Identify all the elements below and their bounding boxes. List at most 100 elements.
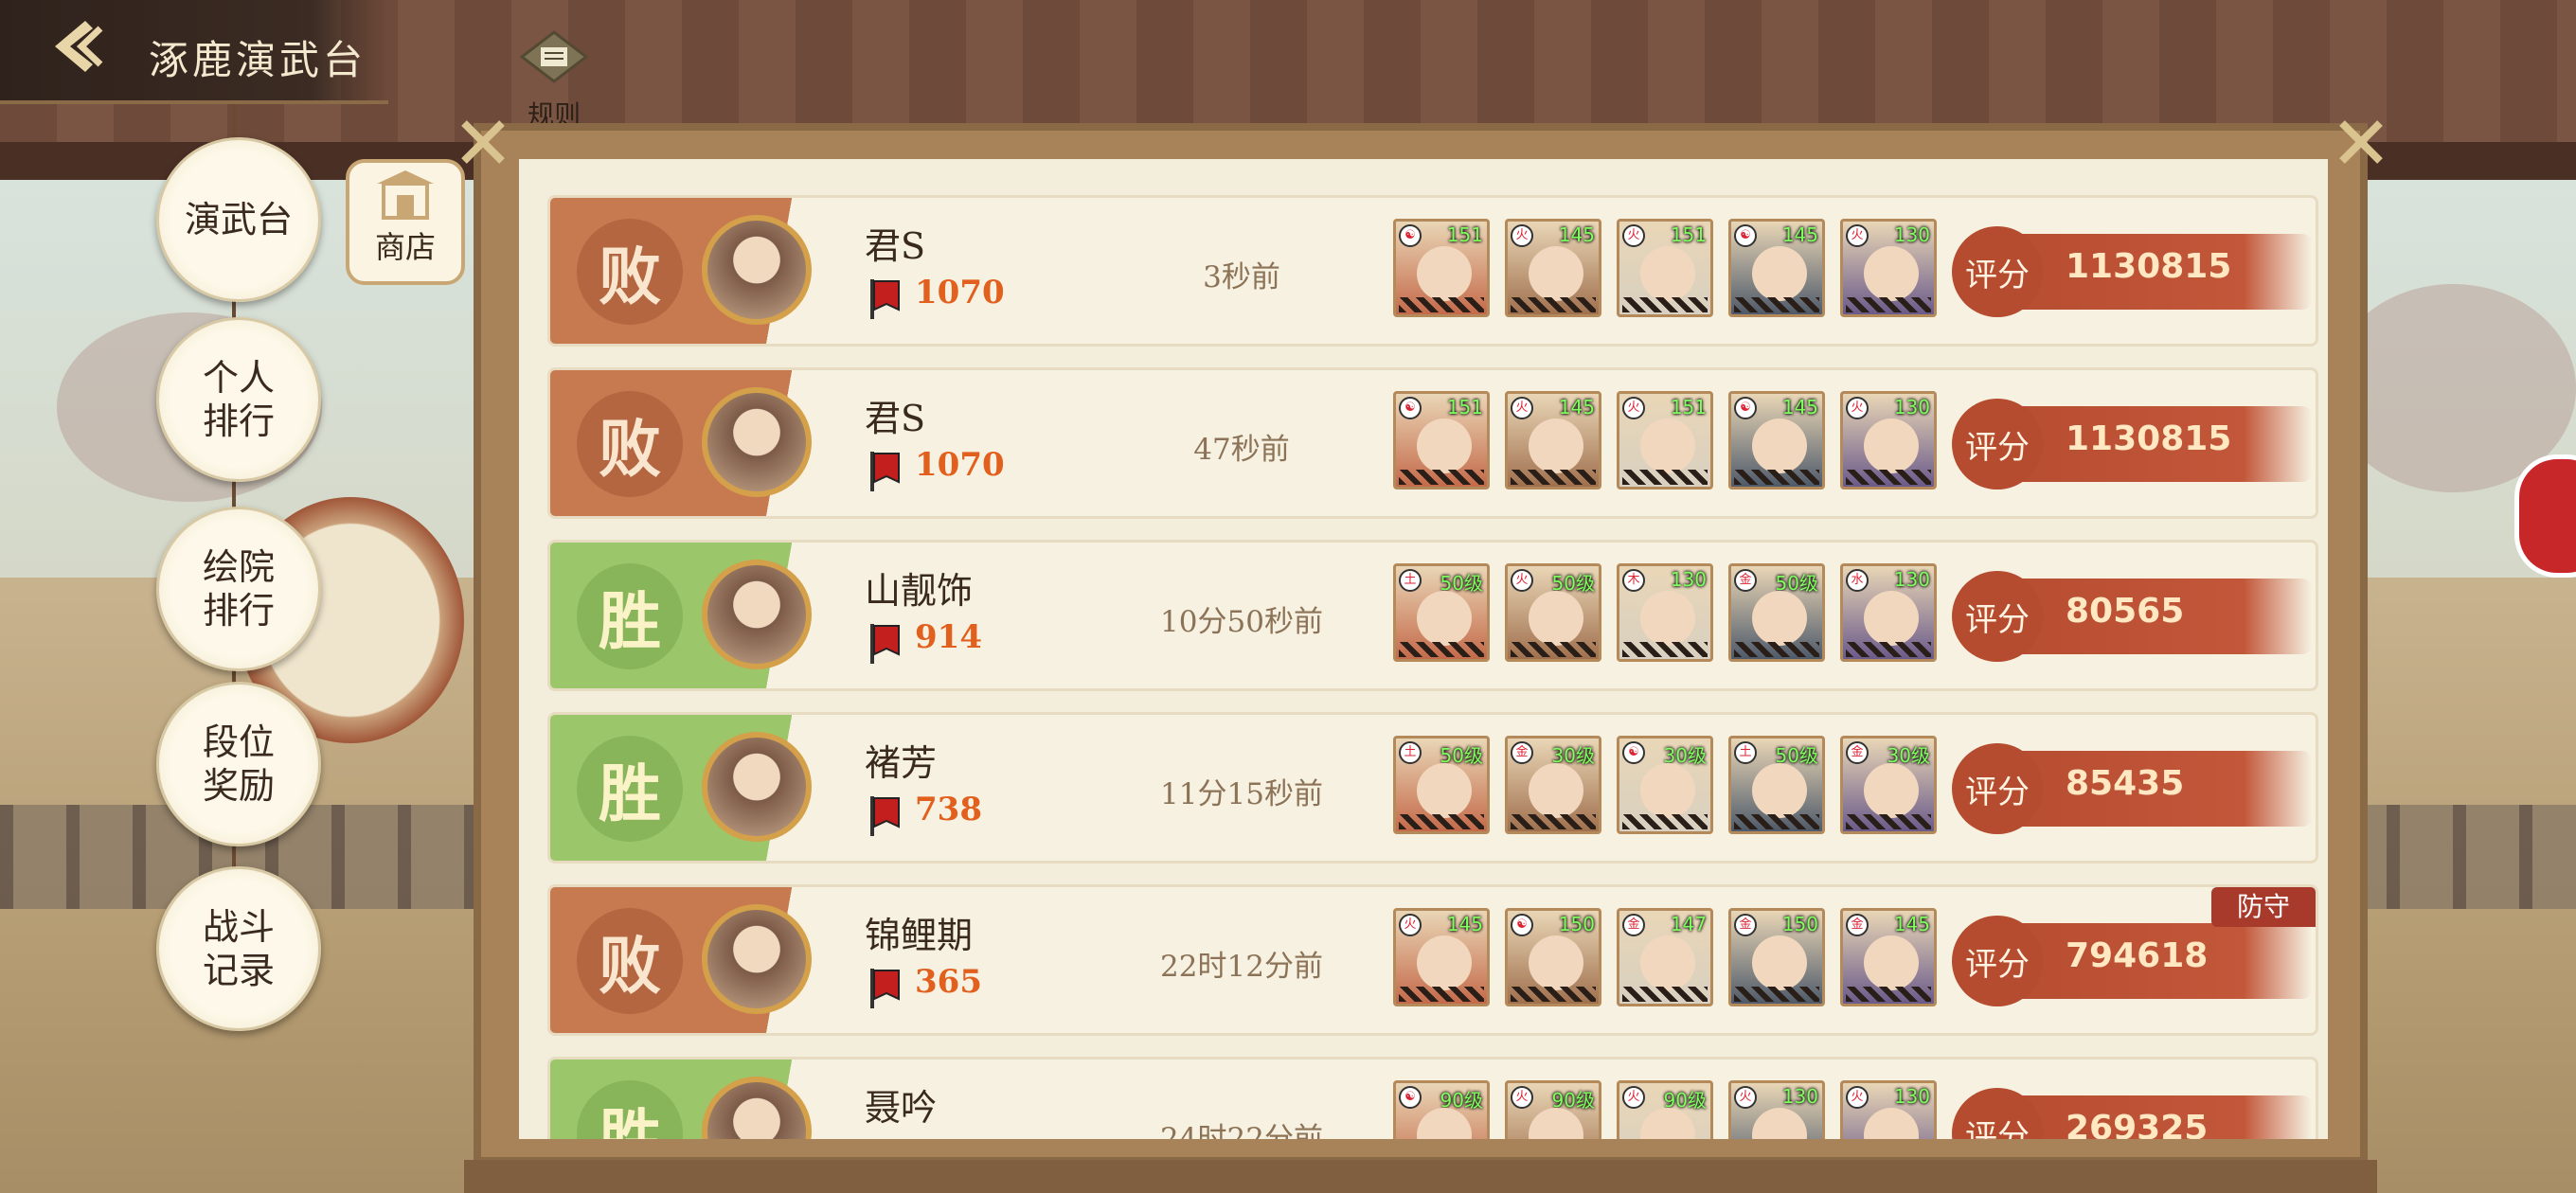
battle-record-list[interactable]: 败 君S 1070 3秒前 ☯ 151 火 145 火 151 ☯ 145 火 …	[519, 159, 2328, 1139]
hero-card[interactable]: 金 150	[1728, 908, 1825, 1006]
hero-card[interactable]: 金 147	[1617, 908, 1713, 1006]
menu-academy-ranking[interactable]: 绘院排行	[156, 507, 321, 671]
back-arrow-icon	[55, 21, 103, 72]
player-avatar[interactable]	[702, 560, 812, 669]
shop-button[interactable]: 商店	[346, 159, 465, 285]
hero-portrait	[1752, 763, 1807, 818]
player-avatar[interactable]	[702, 904, 812, 1014]
element-badge-icon: ☯	[1734, 224, 1757, 247]
hero-portrait	[1640, 418, 1695, 473]
hero-card[interactable]: 金 50级	[1728, 563, 1825, 662]
hero-card[interactable]: 金 30级	[1505, 736, 1601, 834]
hero-portrait	[1752, 246, 1807, 301]
element-badge-icon: 火	[1399, 914, 1422, 936]
menu-rank-rewards[interactable]: 段位奖励	[156, 682, 321, 846]
hero-portrait	[1752, 418, 1807, 473]
hero-card[interactable]: 土 50级	[1393, 736, 1490, 834]
player-name: 聂吟	[865, 1087, 938, 1129]
rating-label: 评分	[1952, 916, 2043, 1006]
hero-card[interactable]: 火 50级	[1505, 563, 1601, 662]
side-event-icon[interactable]	[2514, 454, 2576, 578]
player-name: 锦鲤期	[865, 915, 974, 956]
hero-card[interactable]: ☯ 145	[1728, 391, 1825, 490]
element-badge-icon: 火	[1622, 397, 1645, 419]
hero-card[interactable]: 火 145	[1505, 391, 1601, 490]
menu-academy-ranking-label: 绘院排行	[202, 546, 275, 632]
hero-card[interactable]: 火 130	[1840, 391, 1937, 490]
hero-card[interactable]: 火 151	[1617, 391, 1713, 490]
hero-card[interactable]: 土 50级	[1728, 736, 1825, 834]
hero-card[interactable]: 土 50级	[1393, 563, 1490, 662]
rating-value: 269325	[2066, 1109, 2209, 1139]
result-badge: 败	[577, 908, 683, 1014]
hero-card[interactable]: 金 145	[1840, 908, 1937, 1006]
star-diamonds	[1622, 987, 1708, 1002]
element-badge-icon: 火	[1622, 1086, 1645, 1109]
hero-portrait	[1864, 246, 1919, 301]
star-diamonds	[1511, 470, 1596, 485]
hero-card[interactable]: 火 130	[1840, 219, 1937, 317]
hero-card[interactable]: ☯ 90级	[1393, 1080, 1490, 1139]
rating-value: 85435	[2066, 764, 2185, 803]
player-name: 山靓饰	[865, 570, 974, 612]
hero-card[interactable]: ☯ 151	[1393, 391, 1490, 490]
element-badge-icon: 火	[1846, 1086, 1869, 1109]
rules-scroll-icon	[519, 30, 589, 83]
hero-card[interactable]: 火 90级	[1505, 1080, 1601, 1139]
hero-card[interactable]: ☯ 30级	[1617, 736, 1713, 834]
hero-card[interactable]: 水 130	[1840, 563, 1937, 662]
result-badge: 胜	[577, 736, 683, 842]
menu-battle-log[interactable]: 战斗记录	[156, 866, 321, 1031]
hero-card[interactable]: 火 130	[1840, 1080, 1937, 1139]
hero-card[interactable]: 火 145	[1393, 908, 1490, 1006]
hero-card[interactable]: 火 90级	[1617, 1080, 1713, 1139]
rules-button[interactable]: 规则	[511, 28, 597, 131]
hero-card[interactable]: 金 30级	[1840, 736, 1937, 834]
menu-rank-rewards-label: 段位奖励	[202, 721, 275, 807]
element-badge-icon: ☯	[1734, 397, 1757, 419]
back-button[interactable]	[38, 13, 114, 80]
hero-portrait	[1529, 246, 1583, 301]
battle-record-row[interactable]: 胜 聂吟 415 24时22分前 ☯ 90级 火 90级 火 90级	[547, 1057, 2318, 1139]
element-badge-icon: 火	[1511, 1086, 1533, 1109]
player-avatar[interactable]	[702, 215, 812, 325]
banner-flag-icon	[870, 969, 900, 1008]
element-badge-icon: 水	[1846, 569, 1869, 592]
star-diamonds	[1734, 814, 1819, 829]
hero-card[interactable]: 火 145	[1505, 219, 1601, 317]
rating-value: 794618	[2066, 936, 2209, 975]
battle-record-row[interactable]: 胜 褚芳 738 11分15秒前 土 50级 金 30级 ☯ 30级 土 50级…	[547, 712, 2318, 864]
star-diamonds	[1511, 987, 1596, 1002]
menu-arena[interactable]: 演武台	[156, 137, 321, 302]
banner-flag-icon	[870, 624, 900, 664]
star-diamonds	[1399, 297, 1484, 312]
hero-portrait	[1529, 935, 1583, 990]
star-diamonds	[1511, 814, 1596, 829]
star-diamonds	[1846, 814, 1931, 829]
banner-flag-icon	[870, 452, 900, 491]
element-badge-icon: ☯	[1399, 1086, 1422, 1109]
player-score: 738	[915, 791, 982, 828]
battle-record-row[interactable]: 败 君S 1070 47秒前 ☯ 151 火 145 火 151 ☯ 145 火…	[547, 367, 2318, 519]
player-avatar[interactable]	[702, 732, 812, 842]
hero-level: 130	[1893, 396, 1930, 418]
star-diamonds	[1622, 470, 1708, 485]
element-badge-icon: 火	[1622, 224, 1645, 247]
element-badge-icon: 金	[1511, 741, 1533, 764]
hero-card[interactable]: ☯ 150	[1505, 908, 1601, 1006]
hero-card[interactable]: 火 151	[1617, 219, 1713, 317]
hero-card[interactable]: 火 130	[1728, 1080, 1825, 1139]
player-avatar[interactable]	[702, 387, 812, 497]
battle-record-row[interactable]: 败 君S 1070 3秒前 ☯ 151 火 145 火 151 ☯ 145 火 …	[547, 195, 2318, 347]
star-diamonds	[1846, 642, 1931, 657]
rating-label: 评分	[1952, 226, 2043, 317]
battle-record-row[interactable]: 败 锦鲤期 365 22时12分前 火 145 ☯ 150 金 147 金 15…	[547, 884, 2318, 1036]
menu-personal-ranking[interactable]: 个人排行	[156, 317, 321, 482]
hero-card[interactable]: 木 130	[1617, 563, 1713, 662]
hero-portrait	[1529, 763, 1583, 818]
battle-record-row[interactable]: 胜 山靓饰 914 10分50秒前 土 50级 火 50级 木 130 金 50…	[547, 540, 2318, 691]
hero-card[interactable]: ☯ 145	[1728, 219, 1825, 317]
hero-card[interactable]: ☯ 151	[1393, 219, 1490, 317]
star-diamonds	[1846, 297, 1931, 312]
hero-level: 151	[1446, 396, 1483, 418]
